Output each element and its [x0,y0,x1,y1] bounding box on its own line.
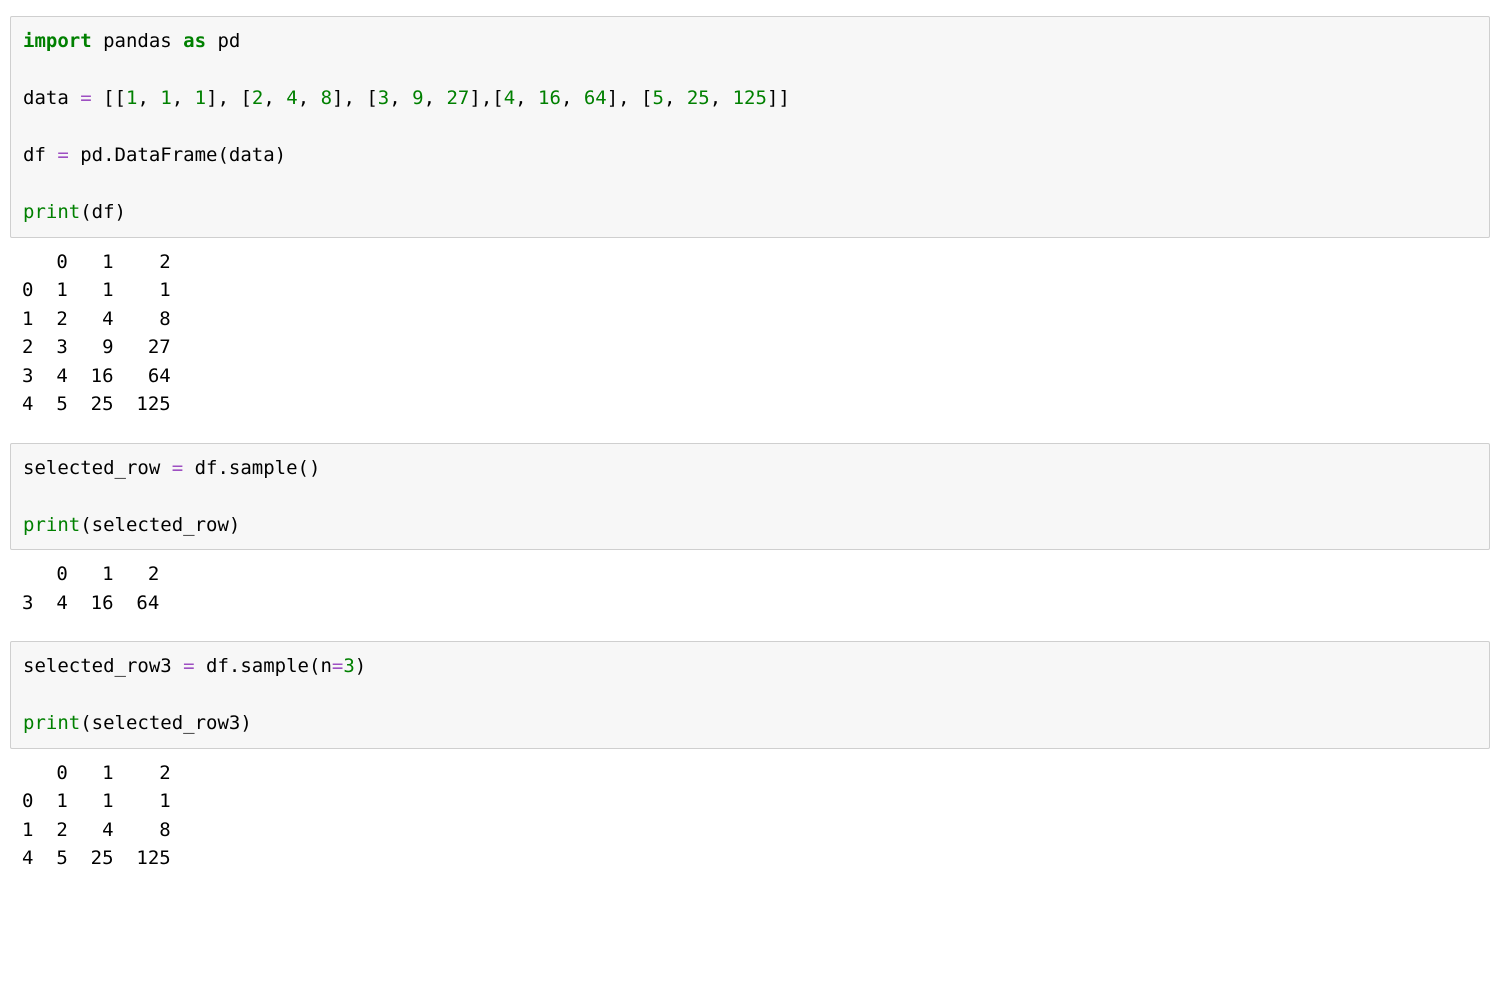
builtin-print: print [23,201,80,223]
print-arg: (df) [80,201,126,223]
p: , [137,87,160,109]
p: , [298,87,321,109]
tok-data: data [23,87,80,109]
num: 8 [321,87,332,109]
tok-df: df [23,144,57,166]
tok: selected_row [23,457,172,479]
code-cell-1[interactable]: import pandas as pd data = [[1, 1, 1], [… [10,16,1490,238]
p: ], [ [607,87,653,109]
tok: ) [355,655,366,677]
num: 27 [446,87,469,109]
num: 4 [286,87,297,109]
code-cell-2[interactable]: selected_row = df.sample() print(selecte… [10,443,1490,551]
tok-pd: pd [206,30,240,52]
output-cell-2: 0 1 2 3 4 16 64 [10,552,1490,635]
num: 2 [252,87,263,109]
tok-dfexpr: pd.DataFrame(data) [69,144,286,166]
num: 1 [160,87,171,109]
num: 125 [733,87,767,109]
code-cell-3[interactable]: selected_row3 = df.sample(n=3) print(sel… [10,641,1490,749]
p: ], [ [206,87,252,109]
p: , [389,87,412,109]
num: 64 [584,87,607,109]
op-eq: = [80,87,91,109]
output-cell-3: 0 1 2 0 1 1 1 1 2 4 8 4 5 25 125 [10,751,1490,891]
p: , [515,87,538,109]
op-eq: = [183,655,194,677]
p: , [561,87,584,109]
p: , [172,87,195,109]
p: , [664,87,687,109]
num: 3 [378,87,389,109]
op-eq: = [57,144,68,166]
print-arg: (selected_row) [80,514,240,536]
builtin-print: print [23,514,80,536]
builtin-print: print [23,712,80,734]
num: 1 [126,87,137,109]
tok-pandas: pandas [92,30,184,52]
p: ],[ [469,87,503,109]
num: 5 [652,87,663,109]
num: 3 [343,655,354,677]
kw-import: import [23,30,92,52]
p: , [710,87,733,109]
op-eq: = [332,655,343,677]
num: 16 [538,87,561,109]
num: 25 [687,87,710,109]
num: 4 [504,87,515,109]
output-cell-1: 0 1 2 0 1 1 1 1 2 4 8 2 3 9 27 3 4 16 64… [10,240,1490,437]
p: ], [ [332,87,378,109]
num: 1 [195,87,206,109]
num: 9 [412,87,423,109]
tok: df.sample() [183,457,320,479]
p: [[ [92,87,126,109]
p: , [424,87,447,109]
kw-as: as [183,30,206,52]
p: ]] [767,87,790,109]
tok: df.sample(n [195,655,332,677]
p: , [263,87,286,109]
print-arg: (selected_row3) [80,712,252,734]
op-eq: = [172,457,183,479]
tok: selected_row3 [23,655,183,677]
